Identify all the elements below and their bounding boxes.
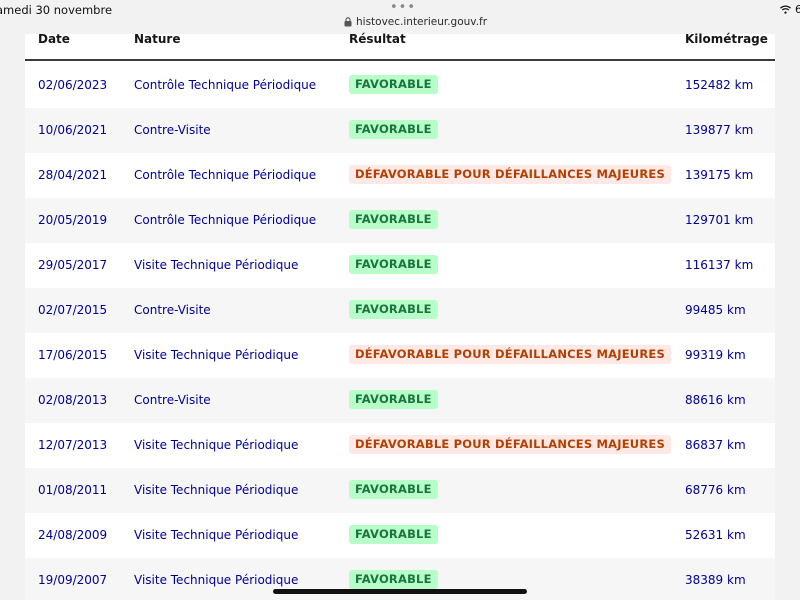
row-date: 12/07/2013: [38, 438, 108, 452]
row-nature: Visite Technique Périodique: [134, 438, 299, 452]
status-date: amedi 30 novembre: [0, 3, 113, 17]
status-badge: FAVORABLE: [349, 525, 438, 544]
table-row: 29/05/2017 Visite Technique Périodique FAV…: [25, 243, 775, 288]
row-date: 01/08/2011: [38, 483, 108, 497]
more-dots-icon[interactable]: •••: [390, 0, 416, 15]
row-mileage: 129701 km: [685, 213, 754, 227]
row-result: FAVORABLE: [349, 120, 438, 139]
row-date: 28/04/2021: [38, 168, 108, 182]
row-date: 20/05/2019: [38, 213, 108, 227]
row-mileage: 88616 km: [685, 393, 746, 407]
header-nature: Nature: [134, 32, 181, 46]
row-mileage: 52631 km: [685, 528, 746, 542]
row-result: FAVORABLE: [349, 255, 438, 274]
row-nature: Contrôle Technique Périodique: [134, 213, 317, 227]
row-nature: Contre-Visite: [134, 393, 211, 407]
row-mileage: 139175 km: [685, 168, 754, 182]
status-bar: amedi 30 novembre ••• histovec.interieur…: [0, 0, 800, 34]
header-date: Date: [38, 32, 70, 46]
table-header: Date Nature Résultat Kilométrage: [25, 32, 775, 61]
row-result: DÉFAVORABLE POUR DÉFAILLANCES MAJEURES: [349, 435, 671, 454]
status-badge: FAVORABLE: [349, 120, 438, 139]
row-result: FAVORABLE: [349, 300, 438, 319]
wifi-icon: [780, 5, 791, 14]
status-badge: DÉFAVORABLE POUR DÉFAILLANCES MAJEURES: [349, 165, 671, 184]
table-row: 02/06/2023 Contrôle Technique Périodique F…: [25, 63, 775, 108]
row-date: 19/09/2007: [38, 573, 108, 587]
status-badge: FAVORABLE: [349, 210, 438, 229]
row-mileage: 152482 km: [685, 78, 754, 92]
row-nature: Contre-Visite: [134, 303, 211, 317]
row-nature: Visite Technique Périodique: [134, 573, 299, 587]
inspection-table-body: 02/06/2023 Contrôle Technique Périodique F…: [25, 63, 775, 600]
table-row: 17/06/2015 Visite Technique Périodique DÉF…: [25, 333, 775, 378]
table-row: 20/05/2019 Contrôle Technique Périodique F…: [25, 198, 775, 243]
table-row: 02/08/2013 Contre-Visite FAVORABLE 88616 km: [25, 378, 775, 423]
row-mileage: 99319 km: [685, 348, 746, 362]
status-badge: DÉFAVORABLE POUR DÉFAILLANCES MAJEURES: [349, 345, 671, 364]
row-nature: Visite Technique Périodique: [134, 483, 299, 497]
status-badge: FAVORABLE: [349, 570, 438, 589]
row-date: 02/06/2023: [38, 78, 108, 92]
row-date: 24/08/2009: [38, 528, 108, 542]
battery-percent: 6: [795, 3, 800, 16]
row-result: FAVORABLE: [349, 390, 438, 409]
row-result: FAVORABLE: [349, 480, 438, 499]
status-badge: FAVORABLE: [349, 75, 438, 94]
row-mileage: 99485 km: [685, 303, 746, 317]
status-badge: FAVORABLE: [349, 390, 438, 409]
status-badge: FAVORABLE: [349, 300, 438, 319]
row-nature: Contre-Visite: [134, 123, 211, 137]
status-badge: FAVORABLE: [349, 255, 438, 274]
row-nature: Contrôle Technique Périodique: [134, 168, 317, 182]
row-mileage: 116137 km: [685, 258, 754, 272]
row-nature: Visite Technique Périodique: [134, 258, 299, 272]
row-date: 17/06/2015: [38, 348, 108, 362]
row-date: 02/08/2013: [38, 393, 108, 407]
address-bar[interactable]: histovec.interieur.gouv.fr: [344, 16, 487, 28]
status-badge: DÉFAVORABLE POUR DÉFAILLANCES MAJEURES: [349, 435, 671, 454]
history-content: Date Nature Résultat Kilométrage 02/06/2…: [25, 32, 775, 600]
home-indicator[interactable]: [273, 589, 527, 594]
row-result: DÉFAVORABLE POUR DÉFAILLANCES MAJEURES: [349, 345, 671, 364]
table-row: 10/06/2021 Contre-Visite FAVORABLE 139877 k…: [25, 108, 775, 153]
row-date: 29/05/2017: [38, 258, 108, 272]
lock-icon: [344, 17, 352, 27]
row-nature: Contrôle Technique Périodique: [134, 78, 317, 92]
row-mileage: 86837 km: [685, 438, 746, 452]
table-row: 02/07/2015 Contre-Visite FAVORABLE 99485 km: [25, 288, 775, 333]
table-row: 28/04/2021 Contrôle Technique Périodique D…: [25, 153, 775, 198]
row-result: FAVORABLE: [349, 570, 438, 589]
row-result: FAVORABLE: [349, 210, 438, 229]
table-row: 01/08/2011 Visite Technique Périodique FAV…: [25, 468, 775, 513]
table-row: 12/07/2013 Visite Technique Périodique DÉF…: [25, 423, 775, 468]
row-nature: Visite Technique Périodique: [134, 348, 299, 362]
row-date: 02/07/2015: [38, 303, 108, 317]
table-row: 24/08/2009 Visite Technique Périodique FAV…: [25, 513, 775, 558]
header-result: Résultat: [349, 32, 406, 46]
status-badge: FAVORABLE: [349, 480, 438, 499]
row-mileage: 38389 km: [685, 573, 746, 587]
row-result: FAVORABLE: [349, 75, 438, 94]
url-text: histovec.interieur.gouv.fr: [356, 16, 488, 28]
header-km: Kilométrage: [685, 32, 768, 46]
row-date: 10/06/2021: [38, 123, 108, 137]
status-indicators: 6: [780, 3, 800, 16]
row-mileage: 139877 km: [685, 123, 754, 137]
row-mileage: 68776 km: [685, 483, 746, 497]
row-result: DÉFAVORABLE POUR DÉFAILLANCES MAJEURES: [349, 165, 671, 184]
row-nature: Visite Technique Périodique: [134, 528, 299, 542]
row-result: FAVORABLE: [349, 525, 438, 544]
